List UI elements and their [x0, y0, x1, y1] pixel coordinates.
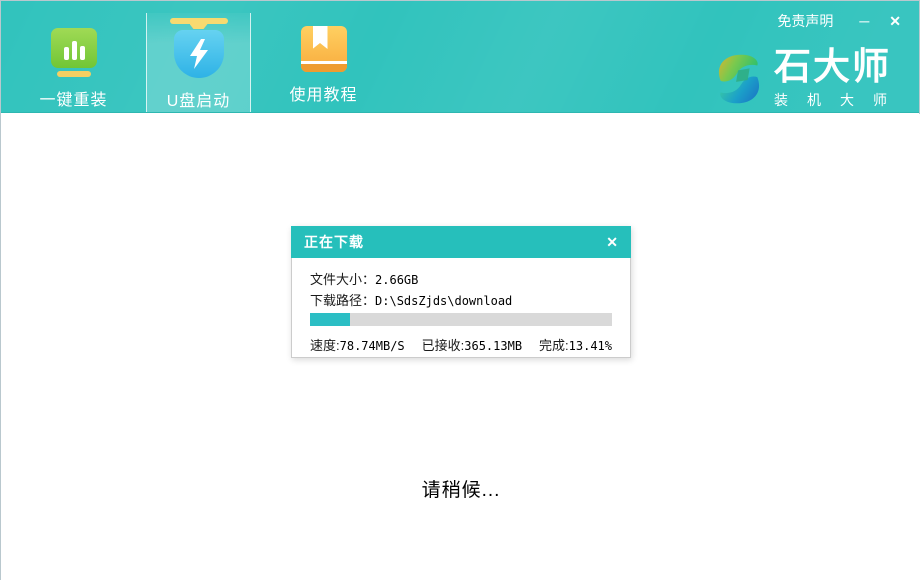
minimize-button[interactable]: ─ — [859, 12, 869, 30]
logo-subtitle: 装机大师 — [774, 90, 910, 110]
usb-shield-icon — [167, 18, 231, 78]
download-path-row: 下载路径：D:\SdsZjds\download — [310, 290, 612, 309]
tab-label: 一键重装 — [39, 86, 107, 110]
dialog-close-icon[interactable]: ✕ — [606, 234, 618, 251]
tab-one-key-reinstall[interactable]: 一键重装 — [21, 1, 126, 113]
titlebar-controls: 免责声明 ─ ✕ — [777, 12, 901, 30]
file-size-value: 2.66GB — [375, 273, 418, 287]
received-stat: 已接收:365.13MB — [422, 335, 522, 354]
tab-usb-boot[interactable]: U盘启动 — [146, 1, 251, 113]
bar-chart-icon — [51, 28, 97, 77]
stats-row: 速度:78.74MB/S 已接收:365.13MB 完成:13.41% — [310, 335, 612, 354]
logo-swirl-icon — [713, 51, 765, 107]
download-path-label: 下载路径： — [310, 293, 375, 308]
dialog-body: 文件大小：2.66GB 下载路径：D:\SdsZjds\download 速度:… — [291, 258, 631, 358]
app-window: 一键重装 U盘启动 — [0, 0, 920, 580]
brand-logo: 石大师 装机大师 — [713, 48, 891, 110]
file-size-row: 文件大小：2.66GB — [310, 269, 612, 288]
completed-stat: 完成:13.41% — [539, 335, 612, 354]
dialog-title: 正在下载 — [304, 232, 606, 252]
progress-bar-fill — [310, 313, 350, 326]
bookmark-icon — [313, 26, 328, 49]
app-header: 一键重装 U盘启动 — [1, 1, 919, 113]
file-size-label: 文件大小： — [310, 272, 375, 287]
close-button[interactable]: ✕ — [889, 12, 901, 30]
tab-label: U盘启动 — [167, 87, 231, 111]
dialog-header: 正在下载 ✕ — [291, 226, 631, 258]
download-dialog: 正在下载 ✕ 文件大小：2.66GB 下载路径：D:\SdsZjds\downl… — [291, 226, 631, 358]
tab-label: 使用教程 — [289, 81, 357, 105]
progress-bar-track — [310, 313, 612, 326]
waiting-text: 请稍候... — [1, 475, 920, 502]
speed-stat: 速度:78.74MB/S — [310, 335, 405, 354]
lightning-bolt-icon — [188, 39, 210, 69]
book-icon — [301, 26, 347, 72]
content-area: 正在下载 ✕ 文件大小：2.66GB 下载路径：D:\SdsZjds\downl… — [1, 114, 920, 581]
logo-title: 石大师 — [774, 48, 891, 87]
disclaimer-link[interactable]: 免责声明 — [777, 11, 833, 31]
tab-tutorial[interactable]: 使用教程 — [271, 1, 376, 113]
download-path-value: D:\SdsZjds\download — [375, 294, 512, 308]
